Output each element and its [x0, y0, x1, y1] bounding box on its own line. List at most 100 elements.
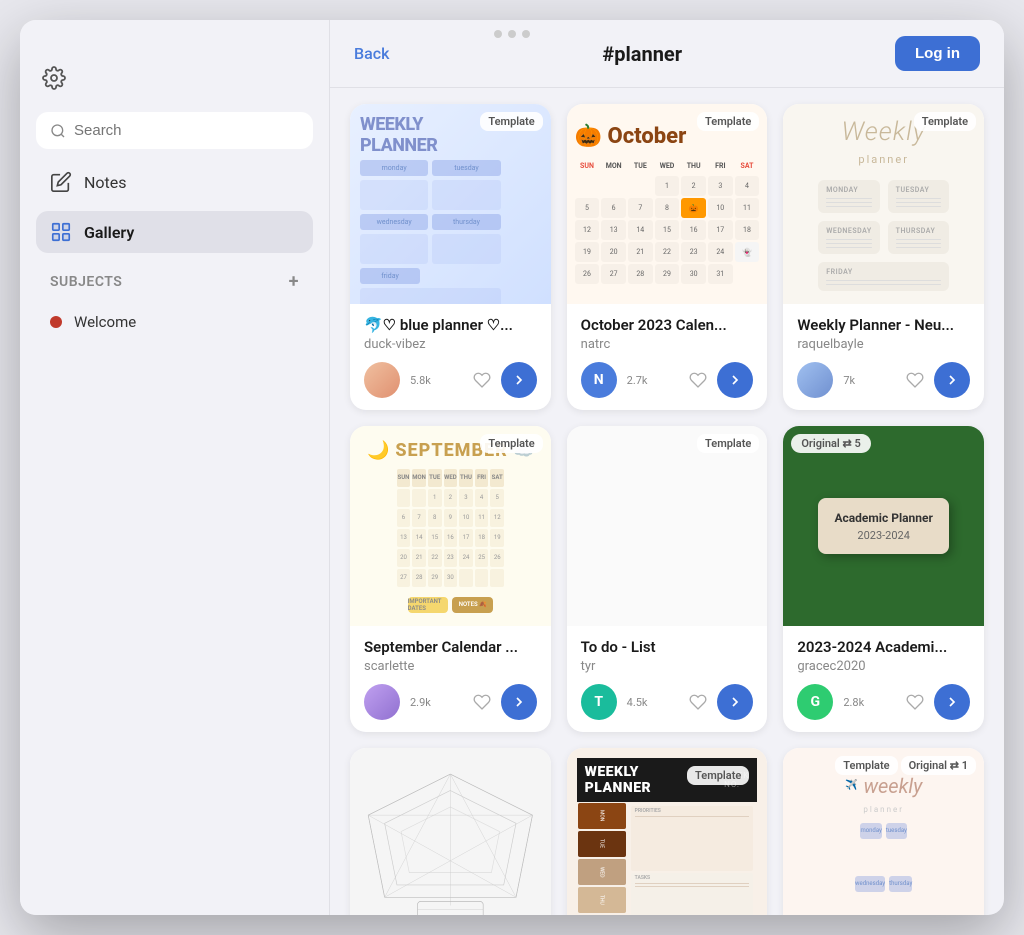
card-academic-planner[interactable]: Original ⇄ 5 Academic Planner 2023-2024 … — [783, 426, 984, 732]
heart-icon-3 — [906, 371, 924, 389]
card-weekly-planner-neutral[interactable]: Weekly planner MONDAY TUESDAY — [783, 104, 984, 410]
open-button-4[interactable] — [501, 684, 537, 720]
card-info-5: To do - List tyr T 4.5k — [567, 626, 768, 732]
template-badge-3: Template — [914, 112, 976, 131]
card-image-8: WEEKLYPLANNER WEEKNO. MON TUE WED THU — [567, 748, 768, 915]
arrow-right-icon-6 — [944, 694, 960, 710]
traffic-light-1 — [494, 30, 502, 38]
subject-dot — [50, 316, 62, 328]
avatar-1 — [364, 362, 400, 398]
back-button[interactable]: Back — [354, 44, 389, 63]
card-image-5: TO DO LIST — [567, 426, 768, 626]
open-button-2[interactable] — [717, 362, 753, 398]
card-actions-5: T 4.5k — [581, 684, 754, 720]
arrow-right-icon-4 — [511, 694, 527, 710]
card-info-4: September Calendar ... scarlette 2.9k — [350, 626, 551, 732]
academic-book: Academic Planner 2023-2024 — [818, 498, 948, 554]
like-button-3[interactable] — [906, 371, 924, 389]
heart-icon-6 — [906, 693, 924, 711]
card-title-5: To do - List — [581, 638, 754, 656]
card-image-7 — [350, 748, 551, 915]
avatar-5: T — [581, 684, 617, 720]
card-image-1: WEEKLY PLANNER monday tuesday — [350, 104, 551, 304]
avatar-6: G — [797, 684, 833, 720]
card-image-3: Weekly planner MONDAY TUESDAY — [783, 104, 984, 304]
traffic-light-2 — [508, 30, 516, 38]
card-actions-1: 5.8k — [364, 362, 537, 398]
page-title: #planner — [602, 42, 682, 66]
main-content: Back #planner Log in WEEKLY PLANNER mond… — [330, 20, 1004, 915]
heart-icon-1 — [473, 371, 491, 389]
search-container — [36, 112, 313, 149]
app-window: Notes Gallery Subjects + Welcome Back #p… — [20, 20, 1004, 915]
grid-container: WEEKLY PLANNER monday tuesday — [330, 88, 1004, 915]
card-author-6: gracec2020 — [797, 659, 970, 674]
card-title-2: October 2023 Calen... — [581, 316, 754, 334]
count-5: 4.5k — [627, 696, 648, 709]
card-october-calendar[interactable]: 🎃 October SUN MON TUE WED THU FRI SAT — [567, 104, 768, 410]
search-input[interactable] — [74, 122, 299, 139]
count-4: 2.9k — [410, 696, 431, 709]
original-badge-9: Original ⇄ 1 — [901, 756, 976, 775]
gallery-icon — [50, 221, 72, 243]
sidebar-item-gallery[interactable]: Gallery — [36, 211, 313, 253]
gear-icon — [42, 66, 66, 90]
template-badge-4: Template — [480, 434, 542, 453]
template-badge-1: Template — [480, 112, 542, 131]
heart-icon-4 — [473, 693, 491, 711]
open-button-1[interactable] — [501, 362, 537, 398]
open-button-6[interactable] — [934, 684, 970, 720]
avatar-2: N — [581, 362, 617, 398]
search-icon — [50, 123, 66, 139]
like-button-4[interactable] — [473, 693, 491, 711]
open-button-5[interactable] — [717, 684, 753, 720]
card-author-2: natrc — [581, 337, 754, 352]
subject-label: Welcome — [74, 313, 136, 331]
card-actions-3: 7k — [797, 362, 970, 398]
card-actions-6: G 2.8k — [797, 684, 970, 720]
template-badge-2: Template — [697, 112, 759, 131]
avatar-4 — [364, 684, 400, 720]
count-1: 5.8k — [410, 374, 431, 387]
like-button-6[interactable] — [906, 693, 924, 711]
settings-button[interactable] — [36, 60, 72, 96]
card-author-1: duck-vibez — [364, 337, 537, 352]
arrow-right-icon-2 — [727, 372, 743, 388]
subjects-label: Subjects — [50, 274, 122, 290]
notes-icon — [50, 171, 72, 193]
avatar-3 — [797, 362, 833, 398]
card-info-1: 🐬♡ blue planner ♡... duck-vibez 5.8k — [350, 304, 551, 410]
like-button-2[interactable] — [689, 371, 707, 389]
card-september-calendar[interactable]: 🌙 SEPTEMBER ☁️ SUNMONTUEWEDTHUFRISAT 123… — [350, 426, 551, 732]
card-weekly-planner-script[interactable]: ✈️ weekly planner monday tuesday — [783, 748, 984, 915]
count-3: 7k — [843, 374, 855, 387]
traffic-lights — [494, 30, 530, 38]
card-blue-planner[interactable]: WEEKLY PLANNER monday tuesday — [350, 104, 551, 410]
card-author-3: raquelbayle — [797, 337, 970, 352]
card-author-5: tyr — [581, 659, 754, 674]
template-badge-8: Template — [687, 766, 749, 785]
open-button-3[interactable] — [934, 362, 970, 398]
main-header: Back #planner Log in — [330, 20, 1004, 88]
card-title-1: 🐬♡ blue planner ♡... — [364, 316, 537, 334]
card-author-4: scarlette — [364, 659, 537, 674]
arrow-right-icon-5 — [727, 694, 743, 710]
like-button-5[interactable] — [689, 693, 707, 711]
heart-icon-5 — [689, 693, 707, 711]
card-info-2: October 2023 Calen... natrc N 2.7k — [567, 304, 768, 410]
template-badge-5: Template — [697, 434, 759, 453]
card-todo-list[interactable]: TO DO LIST — [567, 426, 768, 732]
login-button[interactable]: Log in — [895, 36, 980, 71]
like-button-1[interactable] — [473, 371, 491, 389]
card-weekly-planner-colored[interactable]: WEEKLYPLANNER WEEKNO. MON TUE WED THU — [567, 748, 768, 915]
add-subject-button[interactable]: + — [289, 273, 299, 291]
template-badge-9a: Template — [835, 756, 897, 775]
card-geometric[interactable] — [350, 748, 551, 915]
subject-item-welcome[interactable]: Welcome — [36, 305, 313, 339]
card-image-9: ✈️ weekly planner monday tuesday — [783, 748, 984, 915]
card-image-6: Original ⇄ 5 Academic Planner 2023-2024 — [783, 426, 984, 626]
sidebar-item-notes[interactable]: Notes — [36, 161, 313, 203]
subjects-header: Subjects + — [36, 261, 313, 297]
original-badge-6: Original ⇄ 5 — [791, 434, 870, 453]
card-actions-2: N 2.7k — [581, 362, 754, 398]
